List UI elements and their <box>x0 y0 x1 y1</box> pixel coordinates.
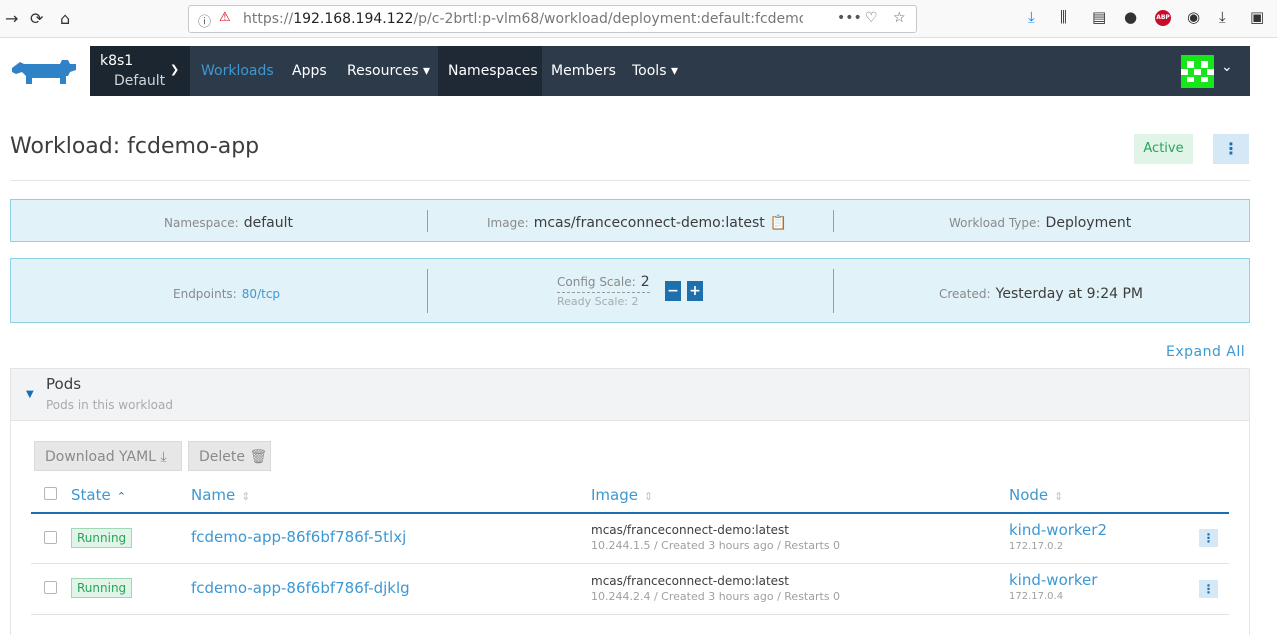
endpoint-link[interactable]: 80/tcp <box>242 287 280 301</box>
scale-down-button[interactable]: − <box>665 281 681 301</box>
status-badge: Running <box>71 528 133 548</box>
status-badge: Running <box>71 578 133 598</box>
home-icon[interactable]: ⌂ <box>60 9 70 29</box>
user-avatar[interactable] <box>1181 55 1214 88</box>
trash-icon: 🗑 <box>249 449 268 465</box>
pocket-icon[interactable]: ♡ <box>865 10 878 26</box>
row-actions-button[interactable]: ⋮ <box>1199 529 1218 547</box>
pod-node-ip: 172.17.0.2 <box>1009 541 1064 552</box>
sort-icon: ⇕ <box>1054 490 1064 503</box>
info-icon[interactable]: ⓘ <box>198 11 211 30</box>
chevron-down-icon: ❯ <box>170 63 180 76</box>
pods-section-header[interactable]: ▼ Pods Pods in this workload <box>10 368 1250 421</box>
rancher-logo-icon[interactable] <box>10 58 78 86</box>
scale-up-button[interactable]: + <box>687 281 703 301</box>
workload-type-value: Deployment <box>1045 215 1132 231</box>
namespace-value: default <box>243 215 294 231</box>
divider <box>10 180 1250 181</box>
pod-image: mcas/franceconnect-demo:latest <box>591 574 790 588</box>
pod-meta: 10.244.2.4 / Created 3 hours ago / Resta… <box>591 590 841 603</box>
pod-node-ip: 172.17.0.4 <box>1009 591 1064 602</box>
library-icon[interactable]: ⫼ <box>1060 8 1067 26</box>
column-header-name[interactable]: Name ⇕ <box>191 486 250 504</box>
chevron-down-icon[interactable]: ⌄ <box>1221 59 1233 75</box>
workload-type-info: Workload Type: Deployment <box>949 215 1132 231</box>
config-scale-value: 2 <box>640 274 650 290</box>
endpoints-info: Endpoints: 80/tcp <box>173 287 281 301</box>
pod-name-link[interactable]: fcdemo-app-86f6bf786f-djklg <box>191 579 410 597</box>
adblock-icon[interactable]: ABP <box>1155 10 1171 26</box>
url-bar[interactable]: ⓘ ⚠ https://192.168.194.122/p/c-2brtl:p-… <box>188 5 917 33</box>
page-actions-icon[interactable]: ••• <box>837 10 862 26</box>
page-title: Workload: fcdemo-app <box>10 134 260 159</box>
created-value: Yesterday at 9:24 PM <box>995 286 1143 302</box>
table-header-underline <box>31 512 1229 514</box>
nav-resources[interactable]: Resources ▾ <box>337 46 440 96</box>
download-icon[interactable]: ⤓ <box>1028 8 1035 26</box>
image-value: mcas/franceconnect-demo:latest <box>533 215 765 231</box>
download-yaml-button[interactable]: Download YAML ⤓ <box>34 441 182 471</box>
expand-all-link[interactable]: Expand All <box>1166 344 1245 360</box>
collapse-triangle-icon[interactable]: ▼ <box>26 389 34 400</box>
nav-namespaces[interactable]: Namespaces <box>438 46 542 96</box>
app-header: k8s1 Default ❯ Workloads Apps Resources … <box>0 46 1250 96</box>
ready-scale: Ready Scale: 2 <box>557 295 639 308</box>
pods-title: Pods <box>46 375 82 393</box>
image-info: Image: mcas/franceconnect-demo:latest 📋 <box>487 215 788 231</box>
forward-icon[interactable]: → <box>5 9 18 29</box>
config-scale-info: Config Scale: 2 <box>557 271 650 293</box>
select-all-checkbox[interactable] <box>44 487 57 500</box>
namespace-info: Namespace: default <box>164 215 294 231</box>
logo-area[interactable] <box>0 46 90 96</box>
project-name: Default <box>114 73 166 89</box>
column-header-node[interactable]: Node ⇕ <box>1009 486 1063 504</box>
pod-meta: 10.244.1.5 / Created 3 hours ago / Resta… <box>591 539 841 552</box>
workload-info-box: Namespace: default Image: mcas/francecon… <box>10 199 1250 242</box>
account-icon[interactable]: ● <box>1124 8 1137 26</box>
pod-node-link[interactable]: kind-worker2 <box>1009 521 1107 539</box>
row-actions-button[interactable]: ⋮ <box>1199 580 1218 598</box>
pod-node-link[interactable]: kind-worker <box>1009 571 1097 589</box>
row-divider <box>31 563 1229 564</box>
bookmark-star-icon[interactable]: ☆ <box>893 10 906 26</box>
cluster-project-switcher[interactable]: k8s1 Default ❯ <box>90 46 190 96</box>
pod-image: mcas/franceconnect-demo:latest <box>591 523 790 537</box>
row-divider <box>31 614 1229 615</box>
status-badge: Active <box>1134 134 1193 164</box>
pods-subtitle: Pods in this workload <box>46 398 173 412</box>
row-checkbox[interactable] <box>44 581 57 594</box>
nav-workloads[interactable]: Workloads <box>191 46 284 96</box>
extension-icon[interactable]: ◉ <box>1187 8 1200 26</box>
workload-scale-box: Endpoints: 80/tcp Config Scale: 2 Ready … <box>10 258 1250 323</box>
nav-members[interactable]: Members <box>541 46 626 96</box>
sidebar-icon[interactable]: ▤ <box>1092 8 1106 26</box>
row-checkbox[interactable] <box>44 531 57 544</box>
pod-name-link[interactable]: fcdemo-app-86f6bf786f-5tlxj <box>191 528 406 546</box>
reload-icon[interactable]: ⟳ <box>30 9 43 29</box>
screenshot-icon[interactable]: ▣ <box>1250 8 1264 26</box>
nav-tools[interactable]: Tools ▾ <box>622 46 688 96</box>
sort-icon: ⇕ <box>643 490 654 503</box>
clipboard-icon[interactable]: 📋 <box>770 215 787 231</box>
download-icon: ⤓ <box>160 449 167 465</box>
column-header-state[interactable]: State ⌃ <box>71 486 126 504</box>
sort-icon: ⇕ <box>241 490 251 503</box>
save-icon[interactable]: ⤓ <box>1219 8 1226 26</box>
insecure-lock-icon[interactable]: ⚠ <box>219 10 231 25</box>
cluster-name: k8s1 <box>100 53 134 69</box>
column-header-image[interactable]: Image ⇕ <box>591 486 653 504</box>
url-text[interactable]: https://192.168.194.122/p/c-2brtl:p-vlm6… <box>243 11 803 27</box>
nav-apps[interactable]: Apps <box>282 46 337 96</box>
sort-asc-icon: ⌃ <box>116 490 126 503</box>
delete-button[interactable]: Delete 🗑 <box>188 441 271 471</box>
browser-toolbar: → ⟳ ⌂ ⓘ ⚠ https://192.168.194.122/p/c-2b… <box>0 0 1277 38</box>
created-info: Created: Yesterday at 9:24 PM <box>939 286 1143 302</box>
workload-actions-button[interactable]: ⋮ <box>1213 134 1249 164</box>
